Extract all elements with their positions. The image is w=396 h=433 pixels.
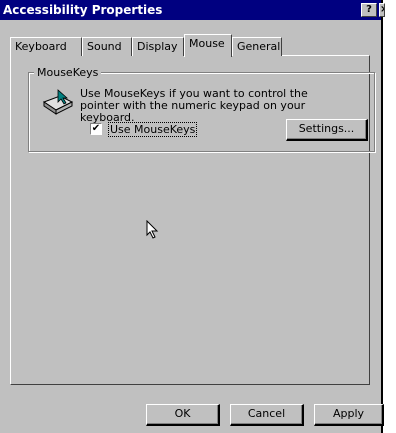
settings-button[interactable]: Settings... bbox=[286, 119, 368, 141]
tab-mouse[interactable]: Mouse bbox=[184, 34, 232, 57]
help-button[interactable]: ? bbox=[361, 3, 377, 17]
title-bar[interactable]: Accessibility Properties ? × bbox=[0, 0, 385, 20]
cancel-button[interactable]: Cancel bbox=[230, 404, 304, 426]
window-title: Accessibility Properties bbox=[3, 3, 163, 17]
close-button[interactable]: × bbox=[379, 3, 385, 17]
tab-sound[interactable]: Sound bbox=[82, 37, 132, 56]
ok-button[interactable]: OK bbox=[146, 404, 220, 426]
mouse-cursor-icon bbox=[146, 220, 159, 239]
accessibility-properties-window: Accessibility Properties ? × Keyboard So… bbox=[0, 0, 385, 433]
mousekeys-group-title: MouseKeys bbox=[34, 66, 102, 79]
apply-button[interactable]: Apply bbox=[314, 404, 384, 426]
tab-keyboard[interactable]: Keyboard bbox=[10, 37, 82, 56]
use-mousekeys-checkbox[interactable]: ✔ bbox=[90, 123, 102, 135]
mouse-keys-icon bbox=[42, 89, 74, 115]
tab-display[interactable]: Display bbox=[132, 37, 184, 56]
use-mousekeys-label[interactable]: Use MouseKeys bbox=[108, 122, 198, 137]
tab-general[interactable]: General bbox=[232, 37, 282, 56]
